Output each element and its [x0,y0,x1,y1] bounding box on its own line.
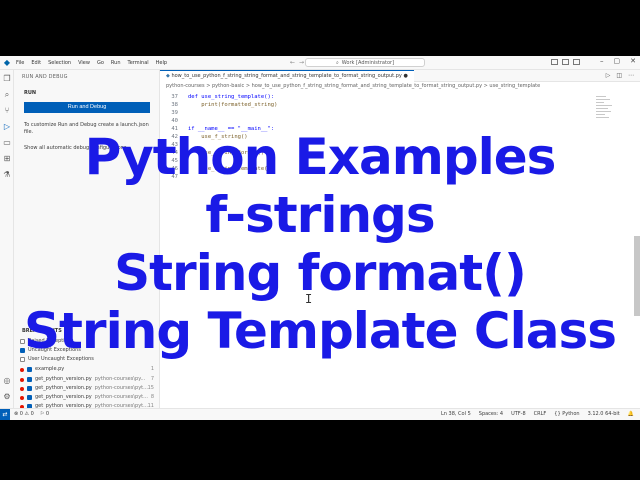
search-activity-icon[interactable]: ⌕ [2,90,12,100]
status-right: Ln 38, Col 5 Spaces: 4 UTF-8 CRLF {} Pyt… [441,409,634,420]
status-left: ⊗ 0 ⚠ 0 ⚐ 0 [14,409,49,420]
checkbox-icon[interactable] [27,367,32,372]
checkbox-icon[interactable] [27,386,32,391]
menu-selection[interactable]: Selection [48,60,71,66]
editor-tab[interactable]: ◆ how_to_use_python_f_string_string_form… [160,70,414,82]
command-center[interactable]: ⌕ Work [Administrator] [305,58,425,67]
code-line: 40 [160,117,188,125]
toggle-sidebar-icon[interactable] [551,59,558,65]
settings-gear-icon[interactable]: ⚙ [2,392,12,402]
checkbox-icon[interactable] [27,377,32,382]
breadcrumb[interactable]: python-courses > python-basic > how_to_u… [166,83,540,89]
editor-actions: ▷ ◫ ⋯ [606,72,634,79]
line-code: def use_string_template(): [188,94,275,100]
minimize-icon[interactable]: – [600,57,604,65]
overlay-line-2: f-strings [205,186,435,244]
unsaved-dot-icon[interactable]: ● [403,73,407,79]
run-section-header[interactable]: RUN [24,90,36,96]
breakpoint-path: python-courses\pyt... [94,394,148,400]
breakpoint-path: python-courses\pyt... [94,385,148,391]
breakpoint-file: get_python_version.py [35,394,92,400]
notifications-bell-icon[interactable]: 🔔 [628,409,634,420]
navigation-arrows: ← → [290,59,304,66]
layout-controls [551,59,580,65]
status-bar: ⇄ ⊗ 0 ⚠ 0 ⚐ 0 Ln 38, Col 5 Spaces: 4 UTF… [0,408,640,420]
remote-indicator-icon[interactable]: ⇄ [0,409,10,420]
forward-arrow-icon[interactable]: → [299,59,304,66]
line-number: 38 [171,102,178,108]
title-bar: ◆ File Edit Selection View Go Run Termin… [0,56,640,70]
video-title-overlay: Python Examples f-strings String format(… [0,128,640,360]
toggle-secondary-sidebar-icon[interactable] [573,59,580,65]
overlay-line-4: String Template Class [24,302,617,360]
breakpoint-row[interactable]: example.py 1 [20,365,160,374]
menu-file[interactable]: File [16,60,24,66]
ports-status[interactable]: ⚐ 0 [40,409,49,420]
menu-terminal[interactable]: Terminal [128,60,149,66]
breakpoint-row[interactable]: get_python_version.py python-courses\pyt… [20,393,160,402]
breakpoint-dot-icon [20,386,24,391]
window-controls: – ▢ ✕ [600,57,636,65]
run-file-icon[interactable]: ▷ [606,72,611,79]
code-line: 39 [160,109,188,117]
back-arrow-icon[interactable]: ← [290,59,295,66]
line-number: 40 [171,118,178,124]
python-interpreter[interactable]: 3.12.0 64-bit [588,409,620,420]
menu-go[interactable]: Go [97,60,104,66]
vscode-logo-icon: ◆ [3,57,11,67]
tab-label: how_to_use_python_f_string_string_format… [171,73,402,79]
explorer-icon[interactable]: ❐ [2,74,12,84]
line-number: 37 [171,94,178,100]
maximize-icon[interactable]: ▢ [614,57,621,65]
breakpoint-file: get_python_version.py [35,376,92,382]
indentation[interactable]: Spaces: 4 [479,409,503,420]
source-control-icon[interactable]: ⑂ [2,106,12,116]
close-icon[interactable]: ✕ [630,57,636,65]
overlay-line-1: Python Examples [84,128,557,186]
breakpoint-dot-icon [20,395,24,400]
code-line: 38 print(formatted_string) [160,101,277,109]
run-and-debug-button[interactable]: Run and Debug [24,102,150,113]
breakpoint-line: 1 [150,366,154,372]
breakpoint-row[interactable]: get_python_version.py python-courses\pyt… [20,384,160,393]
breakpoint-file: example.py [35,366,65,372]
encoding[interactable]: UTF-8 [511,409,526,420]
menu-edit[interactable]: Edit [31,60,41,66]
breakpoint-path: python-courses\py... [94,376,146,382]
more-actions-icon[interactable]: ⋯ [628,72,634,79]
breakpoint-line: 8 [150,394,154,400]
menu-help[interactable]: Help [156,60,167,66]
breakpoint-line: 7 [150,376,154,382]
menu-bar: File Edit Selection View Go Run Terminal… [16,60,167,66]
breakpoint-row[interactable]: get_python_version.py python-courses\py.… [20,375,160,384]
editor-tab-bar: ◆ how_to_use_python_f_string_string_form… [160,70,640,82]
breakpoint-file: get_python_version.py [35,385,92,391]
toggle-panel-icon[interactable] [562,59,569,65]
breakpoint-dot-icon [20,377,24,382]
cursor-position[interactable]: Ln 38, Col 5 [441,409,471,420]
menu-run[interactable]: Run [111,60,121,66]
code-line: 37 def use_string_template(): [160,93,274,101]
command-center-label: Work [Administrator] [341,59,395,66]
menu-view[interactable]: View [78,60,90,66]
language-mode[interactable]: {} Python [554,409,579,420]
line-ending[interactable]: CRLF [534,409,547,420]
line-number: 39 [171,110,178,116]
sidebar-title: RUN AND DEBUG [22,74,68,80]
breakpoint-line: 15 [147,385,154,391]
breakpoint-dot-icon [20,367,24,372]
problems-status[interactable]: ⊗ 0 ⚠ 0 [14,409,34,420]
account-icon[interactable]: ◎ [2,376,12,386]
overlay-line-3: String format() [114,244,527,302]
search-icon: ⌕ [335,59,339,66]
split-editor-icon[interactable]: ◫ [616,72,622,79]
checkbox-icon[interactable] [27,395,32,400]
line-code: print(formatted_string) [188,102,278,108]
